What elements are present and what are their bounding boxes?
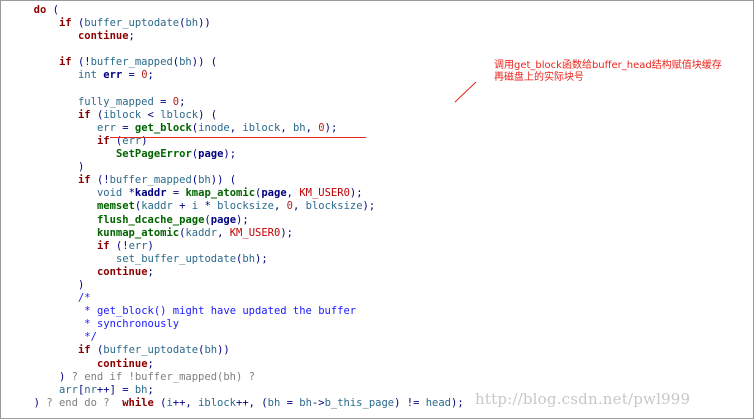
watermark-url: http://blog.csdn.net/pwl999 — [475, 390, 691, 408]
annotation-arrow-line — [454, 81, 477, 103]
annotation-line-2: 再磁盘上的实际块号 — [494, 71, 584, 83]
annotation-note: 调用get_block函数给buffer_head结构赋值块缓存 再磁盘上的实际… — [494, 60, 744, 83]
annotation-line-1: 调用get_block函数给buffer_head结构赋值块缓存 — [494, 60, 722, 71]
code-screenshot-frame: do (if (buffer_uptodate(bh)) continue; if… — [0, 0, 754, 419]
